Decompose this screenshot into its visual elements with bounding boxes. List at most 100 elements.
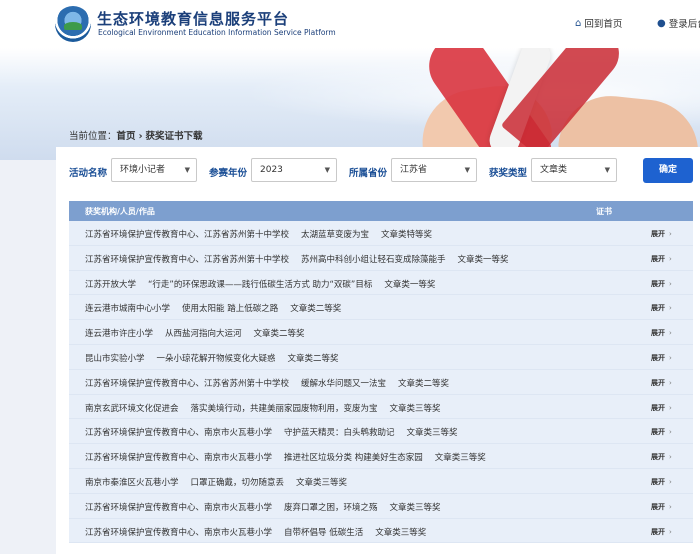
- chevron-down-icon: ▼: [324, 166, 330, 174]
- expand-button[interactable]: 展开 ›: [651, 378, 672, 388]
- row-text: 江苏省环境保护宣传教育中心、江苏省苏州第十中学校 缓解水华问题又一法宝 文章类二等奖: [85, 377, 461, 389]
- chevron-right-icon: ›: [669, 230, 672, 238]
- expand-button[interactable]: 展开 ›: [651, 527, 672, 537]
- province-select[interactable]: 江苏省 ▼: [391, 158, 477, 182]
- award-table-body: 江苏省环境保护宣传教育中心、江苏省苏州第十中学校 太湖蓝草变废为宝 文章类特等奖 展开…: [69, 221, 693, 544]
- expand-button[interactable]: 展开 ›: [651, 353, 672, 363]
- table-row[interactable]: 连云港市许庄小学 从西盐河指向大运河 文章类二等奖 展开 ›: [69, 320, 693, 345]
- row-work-title: 废弃口罩之困，环境之殇: [284, 502, 378, 513]
- award-type-select[interactable]: 文章类 ▼: [531, 158, 617, 182]
- year-select-value: 2023: [260, 165, 283, 175]
- expand-label: 展开: [651, 353, 665, 362]
- expand-button[interactable]: 展开 ›: [651, 427, 672, 437]
- chevron-down-icon: ▼: [604, 166, 610, 174]
- year-select[interactable]: 2023 ▼: [251, 158, 337, 182]
- table-row[interactable]: 江苏省环境保护宣传教育中心、江苏省苏州第十中学校 缓解水华问题又一法宝 文章类二等奖…: [69, 369, 693, 395]
- row-organization: 江苏省环境保护宣传教育中心、江苏省苏州第十中学校: [85, 254, 290, 265]
- expand-button[interactable]: 展开 ›: [651, 229, 672, 239]
- row-organization: 江苏省环境保护宣传教育中心、南京市火瓦巷小学: [85, 502, 273, 513]
- site-subtitle: Ecological Environment Education Informa…: [98, 28, 336, 37]
- row-text: 江苏省环境保护宣传教育中心、江苏省苏州第十中学校 太湖蓝草变废为宝 文章类特等奖: [85, 228, 444, 240]
- row-award-level: 文章类二等奖: [253, 329, 305, 340]
- expand-label: 展开: [651, 254, 665, 263]
- table-row[interactable]: 江苏省环境保护宣传教育中心、南京市火瓦巷小学 废弃口罩之困，环境之殇 文章类三等奖 展…: [69, 493, 693, 519]
- row-text: 江苏省环境保护宣传教育中心、南京市火瓦巷小学 废弃口罩之困，环境之殇 文章类三等奖: [85, 501, 453, 513]
- row-award-level: 文章类三等奖: [296, 477, 348, 488]
- table-row[interactable]: 南京玄武环境文化促进会 落实美境行动，共建美丽家园废物利用，变废为宝 文章类三等奖 展…: [69, 394, 693, 420]
- chevron-right-icon: ›: [669, 502, 672, 511]
- expand-label: 展开: [651, 304, 665, 313]
- expand-label: 展开: [651, 329, 665, 338]
- table-row[interactable]: 江苏开放大学 “行走”的环保思政课——践行低碳生活方式 助力“双碳”目标 文章类一等…: [69, 270, 693, 296]
- breadcrumb-current: 获奖证书下载: [145, 131, 203, 142]
- site-title[interactable]: 生态环境教育信息服务平台: [97, 8, 289, 29]
- province-select-value: 江苏省: [400, 165, 428, 175]
- chevron-down-icon: ▼: [184, 166, 190, 174]
- row-work-title: 落实美境行动，共建美丽家园废物利用，变废为宝: [190, 403, 378, 414]
- table-row[interactable]: 江苏省环境保护宣传教育中心、江苏省苏州第十中学校 苏州高中科创小组让轻石变成除藻能…: [69, 245, 693, 271]
- chevron-down-icon: ▼: [464, 166, 470, 174]
- certificate-panel: 活动名称 环境小记者 ▼ 参赛年份 2023 ▼ 所属省份 江苏省 ▼ 获奖类型…: [56, 147, 700, 554]
- row-award-level: 文章类三等奖: [434, 453, 486, 464]
- expand-label: 展开: [651, 477, 665, 486]
- nav-home-label: 回到首页: [584, 19, 623, 30]
- row-organization: 昆山市实验小学: [85, 353, 145, 364]
- chevron-right-icon: ›: [669, 477, 672, 486]
- table-row[interactable]: 江苏省环境保护宣传教育中心、江苏省苏州第十中学校 太湖蓝草变废为宝 文章类特等奖 展开…: [69, 221, 693, 246]
- province-label: 所属省份: [349, 168, 388, 179]
- table-row[interactable]: 连云港市城南中心小学 使用太阳能 踏上低碳之路 文章类二等奖 展开 ›: [69, 295, 693, 321]
- row-award-level: 文章类三等奖: [389, 403, 441, 414]
- breadcrumb-home[interactable]: 首页: [117, 131, 136, 142]
- row-text: 江苏省环境保护宣传教育中心、南京市火瓦巷小学 自带杯倡导 低碳生活 文章类三等奖: [85, 526, 438, 538]
- row-work-title: 太湖蓝草变废为宝: [301, 230, 370, 240]
- breadcrumb-prefix: 当前位置：: [69, 131, 117, 142]
- site-logo-icon[interactable]: [55, 6, 91, 42]
- nav-login-link[interactable]: ● 登录后台: [657, 16, 700, 31]
- activity-label: 活动名称: [69, 168, 108, 179]
- expand-button[interactable]: 展开 ›: [651, 279, 672, 289]
- activity-select[interactable]: 环境小记者 ▼: [111, 158, 197, 182]
- chevron-right-icon: ›: [669, 403, 672, 412]
- expand-button[interactable]: 展开 ›: [651, 403, 672, 413]
- nav-home-link[interactable]: ⌂ 回到首页: [575, 16, 623, 31]
- chevron-right-icon: ›: [669, 428, 672, 437]
- row-award-level: 文章类三等奖: [406, 428, 458, 439]
- expand-button[interactable]: 展开 ›: [651, 303, 672, 313]
- row-work-title: “行走”的环保思政课——践行低碳生活方式 助力“双碳”目标: [148, 279, 373, 290]
- site-header: 生态环境教育信息服务平台 Ecological Environment Educ…: [0, 0, 700, 48]
- table-row[interactable]: 南京市秦淮区火瓦巷小学 口罩正确戴，切勿随意丢 文章类三等奖 展开 ›: [69, 468, 693, 494]
- expand-label: 展开: [651, 403, 665, 412]
- breadcrumb-separator: ›: [138, 131, 143, 142]
- chevron-right-icon: ›: [669, 254, 672, 263]
- chevron-right-icon: ›: [669, 329, 672, 338]
- award-type-select-value: 文章类: [540, 165, 568, 175]
- row-text: 南京市秦淮区火瓦巷小学 口罩正确戴，切勿随意丢 文章类三等奖: [85, 476, 359, 488]
- nav-login-label: 登录后台: [668, 19, 700, 30]
- row-award-level: 文章类二等奖: [290, 304, 342, 315]
- chevron-right-icon: ›: [669, 304, 672, 313]
- chevron-right-icon: ›: [669, 279, 672, 288]
- row-award-level: 文章类二等奖: [398, 378, 450, 389]
- expand-button[interactable]: 展开 ›: [651, 254, 672, 264]
- expand-button[interactable]: 展开 ›: [651, 328, 672, 338]
- row-work-title: 推进社区垃圾分类 构建美好生态家园: [284, 453, 423, 464]
- row-award-level: 文章类一等奖: [384, 279, 436, 290]
- expand-label: 展开: [651, 279, 665, 288]
- confirm-button[interactable]: 确定: [643, 158, 693, 183]
- row-work-title: 使用太阳能 踏上低碳之路: [182, 304, 279, 315]
- table-row[interactable]: 江苏省环境保护宣传教育中心、南京市火瓦巷小学 推进社区垃圾分类 构建美好生态家园文…: [69, 444, 693, 469]
- hero-banner: [0, 48, 700, 160]
- home-icon: ⌂: [575, 17, 582, 29]
- chevron-right-icon: ›: [669, 453, 672, 462]
- expand-button[interactable]: 展开 ›: [651, 477, 672, 487]
- table-row[interactable]: 昆山市实验小学 一朵小琼花解开物候变化大疑惑 文章类二等奖 展开 ›: [69, 344, 693, 370]
- expand-button[interactable]: 展开 ›: [651, 452, 672, 462]
- expand-label: 展开: [651, 378, 665, 387]
- table-row[interactable]: 江苏省环境保护宣传教育中心、南京市火瓦巷小学 自带杯倡导 低碳生活 文章类三等奖 展开…: [69, 518, 693, 544]
- expand-button[interactable]: 展开 ›: [651, 502, 672, 512]
- row-organization: 江苏省环境保护宣传教育中心、江苏省苏州第十中学校: [85, 230, 290, 240]
- expand-label: 展开: [651, 502, 665, 511]
- table-row[interactable]: 江苏省环境保护宣传教育中心、南京市火瓦巷小学 守护蓝天精灵：白头鹎救助记 文章类三等…: [69, 419, 693, 445]
- chevron-right-icon: ›: [669, 527, 672, 536]
- table-header: 获奖机构/人员/作品 证书: [69, 201, 693, 221]
